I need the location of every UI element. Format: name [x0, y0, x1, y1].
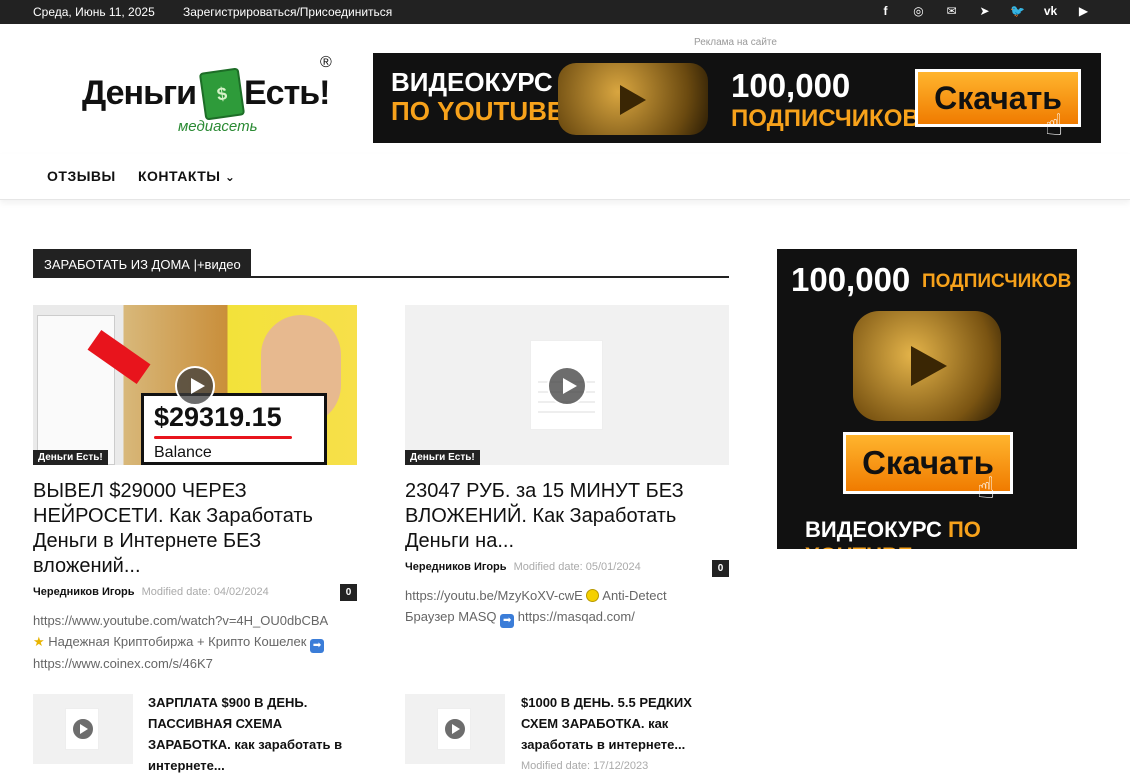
excerpt-text: Надежная Криптобиржа + Крипто Кошелек	[48, 634, 307, 649]
excerpt-link-2: https://masqad.com/	[517, 609, 635, 624]
banner-count: 100,000	[731, 67, 851, 104]
current-date: Среда, Июнь 11, 2025	[33, 5, 155, 19]
excerpt-line-2: Браузер MASQ ➡ https://masqad.com/	[405, 606, 729, 628]
banner-bottom-1: ВИДЕОКУРС	[805, 517, 942, 542]
site-logo[interactable]: Деньги Есть! ® медиасеть	[82, 54, 342, 138]
post-meta: Чередников Игорь Modified date: 04/02/20…	[33, 586, 269, 598]
small-post-title[interactable]: $1000 В ДЕНЬ. 5.5 РЕДКИХ СХЕМ ЗАРАБОТКА.…	[521, 692, 711, 755]
underline-mark	[154, 436, 292, 439]
hand-cursor-icon: ☝	[1045, 109, 1064, 142]
small-post-thumbnail[interactable]	[405, 694, 505, 764]
post-date: Modified date: 04/02/2024	[141, 586, 269, 598]
sidebar-ad-banner[interactable]: 100,000 ПОДПИСЧИКОВ Скачать ☝ ВИДЕОКУРС …	[777, 249, 1077, 549]
hand-cursor-icon: ☝	[977, 472, 996, 505]
main-nav: ОТЗЫВЫ КОНТАКТЫ ⌄	[0, 154, 1130, 200]
nav-item-contacts-label: КОНТАКТЫ	[138, 168, 221, 184]
logo-word-1: Деньги	[82, 74, 197, 112]
arrow-right-icon: ➡	[500, 614, 515, 628]
balance-caption: Balance	[154, 444, 212, 461]
small-post-title[interactable]: ЗАРПЛАТА $900 В ДЕНЬ. ПАССИВНАЯ СХЕМА ЗА…	[148, 692, 358, 776]
play-icon[interactable]	[444, 718, 466, 740]
yellow-circle-icon	[586, 589, 600, 602]
excerpt-text-2: Браузер MASQ	[405, 609, 497, 624]
small-post-meta: Modified date: 17/12/2023	[521, 760, 648, 772]
banner-subs: ПОДПИСЧИКОВ	[731, 105, 920, 132]
banner-count: 100,000	[791, 261, 911, 298]
post-date: Modified date: 05/01/2024	[513, 561, 641, 573]
telegram-icon[interactable]: ➤	[976, 3, 993, 20]
play-icon[interactable]	[72, 718, 94, 740]
block-title-label[interactable]: ЗАРАБОТАТЬ ИЗ ДОМА |+видео	[33, 249, 251, 276]
banner-line-1: ВИДЕОКУРС	[391, 67, 553, 97]
top-bar: Среда, Июнь 11, 2025 Зарегистрироваться/…	[0, 0, 1130, 24]
money-icon	[198, 67, 246, 121]
nav-item-reviews[interactable]: ОТЗЫВЫ	[47, 168, 116, 184]
post-thumbnail-placeholder[interactable]: Деньги Есть!	[405, 305, 729, 465]
vk-icon[interactable]: vk	[1042, 3, 1059, 20]
post-meta: Чередников Игорь Modified date: 05/01/20…	[405, 561, 641, 573]
balance-box: $29319.15 Balance	[141, 393, 327, 465]
excerpt-line: https://www.youtube.com/watch?v=4H_OU0db…	[33, 613, 329, 628]
twitter-icon[interactable]: 🐦	[1009, 3, 1026, 20]
header-ad-banner[interactable]: ВИДЕОКУРС ПО YOUTUBE 100,000 ПОДПИСЧИКОВ…	[373, 53, 1101, 143]
post-title[interactable]: ВЫВЕЛ $29000 ЧЕРЕЗ НЕЙРОСЕТИ. Как Зарабо…	[33, 479, 353, 579]
banner-line-2: ПО YOUTUBE	[391, 96, 565, 126]
post-author[interactable]: Чередников Игорь	[405, 561, 507, 573]
post-excerpt: https://www.youtube.com/watch?v=4H_OU0db…	[33, 610, 357, 674]
small-post-thumbnail[interactable]	[33, 694, 133, 764]
banner-bottom-text: ВИДЕОКУРС ПО YOUTUBE	[805, 517, 1077, 549]
comment-count[interactable]: 0	[340, 584, 357, 601]
gold-play-icon	[853, 311, 1001, 421]
instagram-icon[interactable]: ◎	[910, 3, 927, 20]
logo-subtitle: медиасеть	[178, 118, 258, 135]
excerpt-link: https://youtu.be/MzyKoXV-cwE	[405, 588, 583, 603]
logo-word-2: Есть!	[244, 74, 330, 112]
register-link[interactable]: Зарегистрироваться/Присоединиться	[183, 5, 392, 19]
comment-count[interactable]: 0	[712, 560, 729, 577]
gold-play-icon	[558, 63, 708, 135]
excerpt-line-3: https://www.coinex.com/s/46K7	[33, 656, 213, 671]
category-badge[interactable]: Деньги Есть!	[405, 450, 480, 465]
post-excerpt: https://youtu.be/MzyKoXV-cwE Anti-Detect…	[405, 585, 729, 628]
registered-mark: ®	[320, 54, 332, 71]
chevron-down-icon: ⌄	[224, 170, 236, 184]
banner-subs: ПОДПИСЧИКОВ	[922, 271, 1072, 292]
play-icon[interactable]	[175, 366, 215, 406]
nav-item-contacts[interactable]: КОНТАКТЫ ⌄	[138, 168, 235, 184]
category-badge[interactable]: Деньги Есть!	[33, 450, 108, 465]
balance-amount: $29319.15	[154, 402, 282, 432]
star-icon: ★	[33, 634, 45, 649]
post-author[interactable]: Чередников Игорь	[33, 586, 135, 598]
arrow-right-icon: ➡	[310, 639, 325, 653]
mail-icon[interactable]: ✉	[943, 3, 960, 20]
excerpt-line-2: ★ Надежная Криптобиржа + Крипто Кошелек …	[33, 631, 357, 653]
social-links: f ◎ ✉ ➤ 🐦 vk ▶	[877, 3, 1092, 20]
block-title: ЗАРАБОТАТЬ ИЗ ДОМА |+видео	[33, 249, 729, 278]
ad-label: Реклама на сайте	[694, 37, 777, 48]
post-date: Modified date: 17/12/2023	[521, 760, 649, 772]
youtube-icon[interactable]: ▶	[1075, 3, 1092, 20]
facebook-icon[interactable]: f	[877, 3, 894, 20]
excerpt-line: https://youtu.be/MzyKoXV-cwE Anti-Detect	[405, 585, 729, 606]
excerpt-text: Anti-Detect	[602, 588, 667, 603]
post-title[interactable]: 23047 РУБ. за 15 МИНУТ БЕЗ ВЛОЖЕНИЙ. Как…	[405, 479, 725, 554]
post-thumbnail[interactable]: $29319.15 Balance Деньги Есть!	[33, 305, 357, 465]
play-icon[interactable]	[547, 366, 587, 406]
